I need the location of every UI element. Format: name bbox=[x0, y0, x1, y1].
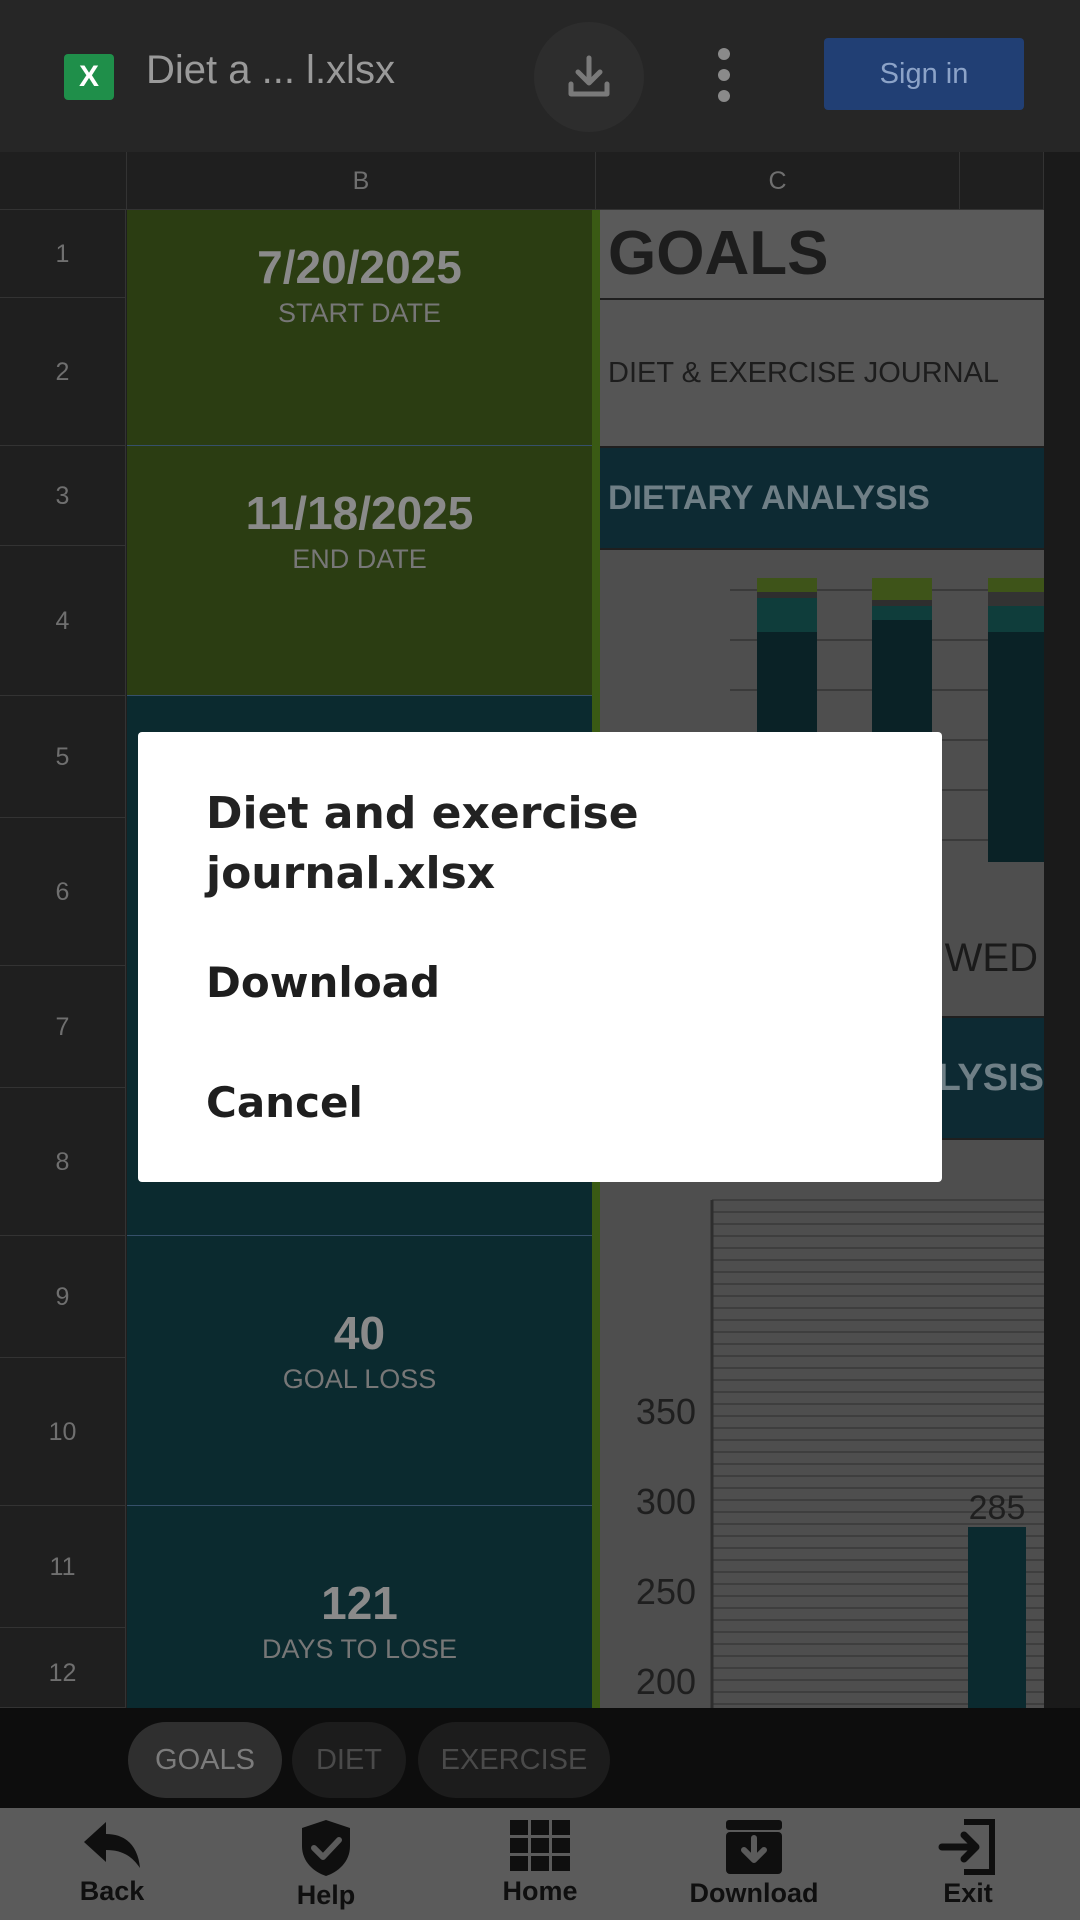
days-to-lose-cell[interactable]: 121 DAYS TO LOSE bbox=[127, 1506, 592, 1708]
row-header[interactable]: 11 bbox=[0, 1506, 126, 1628]
bar-chart: 350300250200150100150125285 bbox=[636, 1199, 1044, 1708]
download-label: Download bbox=[689, 1878, 819, 1908]
row-header[interactable]: 9 bbox=[0, 1236, 126, 1358]
row-header[interactable]: 3 bbox=[0, 446, 126, 546]
sheet-edge bbox=[1044, 152, 1080, 1708]
home-button[interactable]: Home bbox=[460, 1808, 620, 1920]
grid-icon bbox=[510, 1820, 570, 1871]
end-date-cell[interactable]: 11/18/2025 END DATE bbox=[127, 446, 592, 696]
journal-title[interactable]: DIET & EXERCISE JOURNAL bbox=[600, 300, 1044, 446]
start-date-label: START DATE bbox=[277, 298, 442, 328]
back-arrow-icon bbox=[84, 1822, 140, 1868]
goal-loss-cell[interactable]: 40 GOAL LOSS bbox=[127, 1236, 592, 1506]
download-button[interactable] bbox=[534, 22, 644, 132]
row-header[interactable]: 5 bbox=[0, 696, 126, 818]
download-icon bbox=[568, 55, 610, 97]
sheet-tabs: GOALS DIET EXERCISE bbox=[0, 1708, 1080, 1808]
app-bar: X Diet a ... l.xlsx Sign in bbox=[0, 0, 1080, 152]
excel-file-icon: X bbox=[64, 54, 114, 100]
dietary-analysis-heading[interactable]: DIETARY ANALYSIS bbox=[600, 448, 1044, 548]
help-button[interactable]: Help bbox=[246, 1808, 406, 1920]
exit-icon bbox=[938, 1819, 995, 1875]
document-title: Diet a ... l.xlsx bbox=[146, 48, 395, 92]
goals-heading[interactable]: GOALS bbox=[600, 210, 1044, 298]
dialog-title: Diet and exercise journal.xlsx bbox=[206, 788, 639, 899]
column-header-d[interactable] bbox=[960, 152, 1044, 210]
tab-diet[interactable]: DIET bbox=[292, 1722, 406, 1798]
tab-exercise[interactable]: EXERCISE bbox=[418, 1722, 610, 1798]
start-date-value: 7/20/2025 bbox=[257, 241, 462, 293]
tab-goals[interactable]: GOALS bbox=[128, 1722, 282, 1798]
shield-check-icon bbox=[302, 1820, 350, 1876]
dialog-download-option[interactable]: Download bbox=[206, 958, 440, 1007]
y-tick-label: 200 bbox=[636, 1661, 696, 1702]
row-header[interactable]: 1 bbox=[0, 210, 126, 298]
row-header[interactable]: 6 bbox=[0, 818, 126, 966]
y-tick-label: 350 bbox=[636, 1391, 696, 1432]
row-header[interactable]: 12 bbox=[0, 1628, 126, 1708]
row-header[interactable]: 10 bbox=[0, 1358, 126, 1506]
exit-label: Exit bbox=[943, 1878, 993, 1908]
goal-loss-label: GOAL LOSS bbox=[282, 1364, 437, 1394]
download-nav-button[interactable]: Download bbox=[674, 1808, 834, 1920]
back-button[interactable]: Back bbox=[32, 1808, 192, 1920]
home-label: Home bbox=[502, 1876, 578, 1906]
dialog-cancel-option[interactable]: Cancel bbox=[206, 1078, 363, 1127]
days-label: DAYS TO LOSE bbox=[261, 1634, 458, 1664]
help-label: Help bbox=[296, 1880, 356, 1910]
weight-chart: 350300250200150100150125285 bbox=[600, 1140, 1044, 1708]
stacked-bar bbox=[988, 578, 1044, 862]
download-box-icon bbox=[726, 1820, 782, 1874]
y-tick-label: 250 bbox=[636, 1571, 696, 1612]
row-header[interactable]: 4 bbox=[0, 546, 126, 696]
start-date-cell[interactable]: 7/20/2025 START DATE bbox=[127, 210, 592, 446]
sign-in-button[interactable]: Sign in bbox=[824, 38, 1024, 110]
bar-value-label: 285 bbox=[969, 1489, 1026, 1527]
row-header[interactable]: 2 bbox=[0, 298, 126, 446]
exit-button[interactable]: Exit bbox=[888, 1808, 1048, 1920]
bottom-navigation: Back Help Home Download Exit bbox=[0, 1808, 1080, 1920]
chart-bar bbox=[968, 1527, 1026, 1708]
goal-loss-value: 40 bbox=[333, 1307, 386, 1359]
end-date-value: 11/18/2025 bbox=[245, 487, 474, 539]
y-tick-label: 300 bbox=[636, 1481, 696, 1522]
end-date-label: END DATE bbox=[292, 544, 427, 574]
row-header[interactable]: 7 bbox=[0, 966, 126, 1088]
corner-cell bbox=[0, 152, 127, 210]
column-header-c[interactable]: C bbox=[596, 152, 960, 210]
days-value: 121 bbox=[321, 1577, 398, 1629]
row-header[interactable]: 8 bbox=[0, 1088, 126, 1236]
file-action-dialog: Diet and exercise journal.xlsx Download … bbox=[138, 732, 942, 1182]
column-header-b[interactable]: B bbox=[127, 152, 596, 210]
more-options-icon[interactable] bbox=[712, 48, 736, 104]
back-label: Back bbox=[79, 1876, 145, 1906]
